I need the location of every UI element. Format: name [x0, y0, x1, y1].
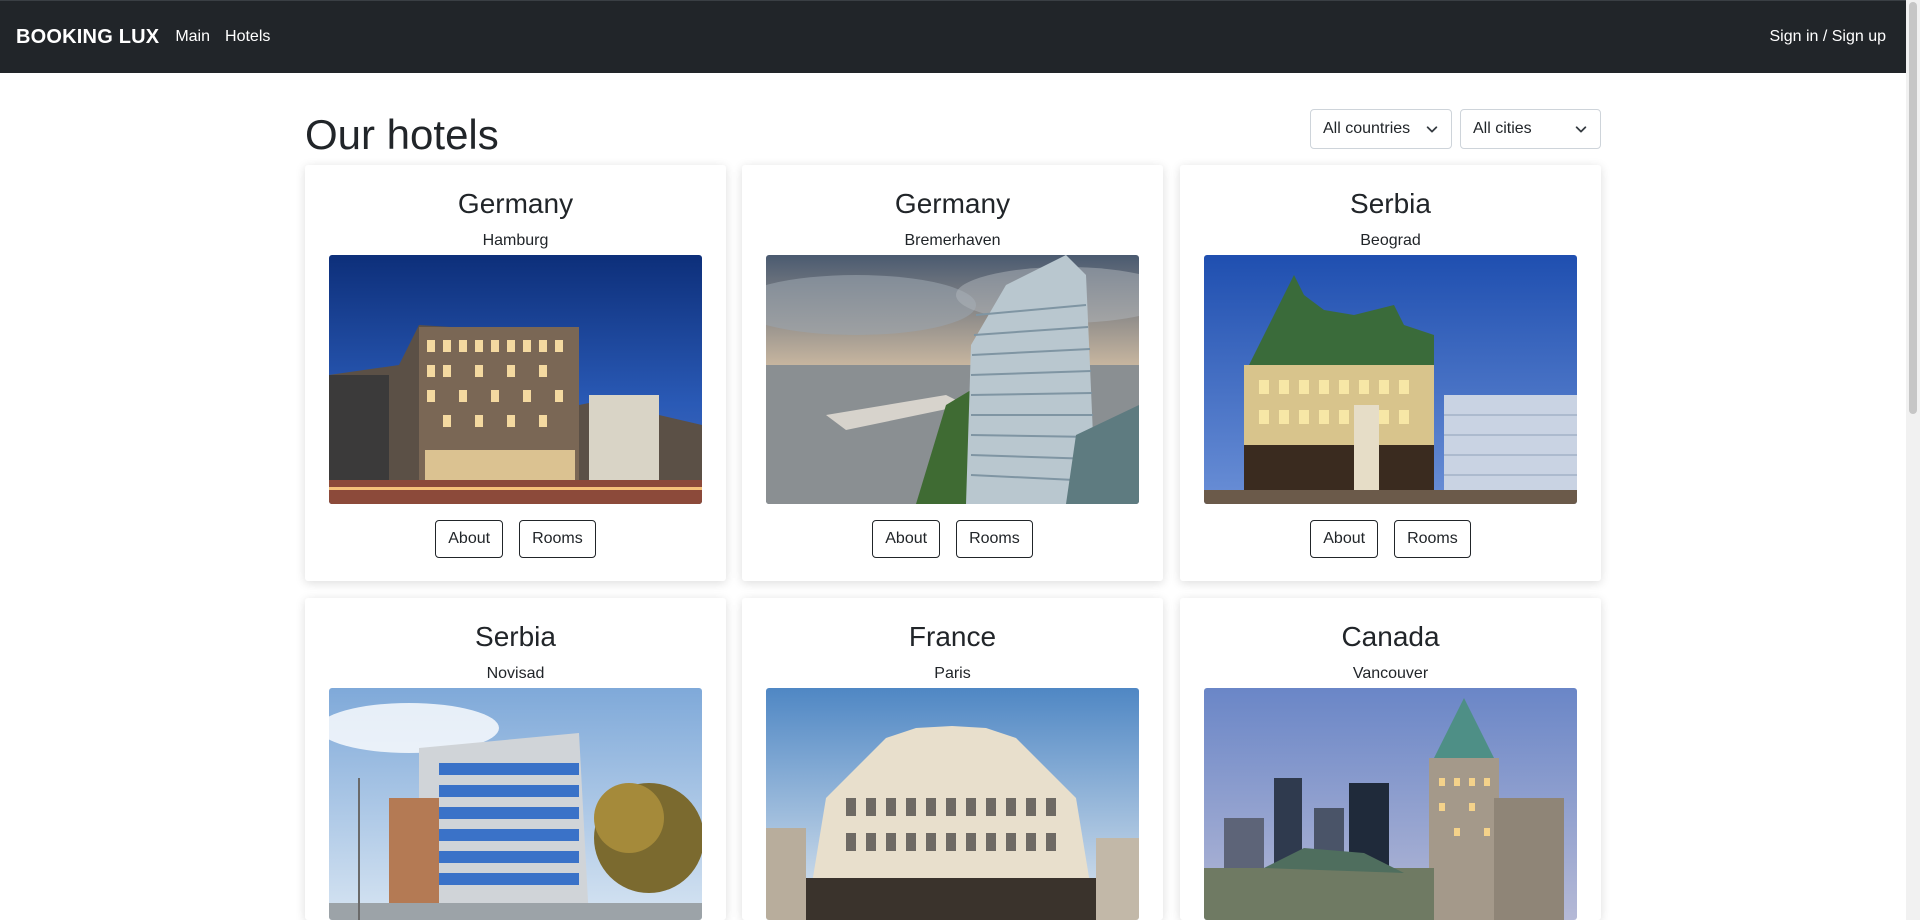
country-filter-select[interactable]: All countries	[1310, 109, 1452, 149]
hotel-city: Beograd	[1360, 232, 1421, 249]
hotel-country: Canada	[1341, 621, 1440, 652]
scrollbar-thumb[interactable]	[1909, 2, 1917, 414]
chevron-down-icon	[1426, 126, 1438, 133]
page-title: Our hotels	[305, 111, 499, 158]
chevron-down-icon	[1575, 126, 1587, 133]
about-button[interactable]: About	[1310, 520, 1379, 558]
hotel-card-novisad: Serbia Novisad	[305, 598, 726, 920]
nav-link-hotels[interactable]: Hotels	[225, 28, 270, 46]
sign-in-link[interactable]: Sign in / Sign up	[1769, 28, 1886, 46]
about-button[interactable]: About	[872, 520, 941, 558]
rooms-button[interactable]: Rooms	[519, 520, 596, 558]
hotel-country: Germany	[457, 188, 574, 219]
hotel-city: Vancouver	[1352, 665, 1429, 682]
hamburg-hotel-photo	[329, 255, 702, 504]
city-filter-select[interactable]: All cities	[1460, 109, 1601, 149]
novisad-hotel-photo	[329, 688, 702, 920]
hotel-country: Germany	[894, 188, 1011, 219]
hotel-country: France	[908, 621, 997, 652]
vancouver-hotel-photo	[1204, 688, 1577, 920]
bremerhaven-hotel-photo	[766, 255, 1139, 504]
rooms-button[interactable]: Rooms	[956, 520, 1033, 558]
about-button[interactable]: About	[435, 520, 504, 558]
hotel-card-hamburg: Germany Hamburg About Rooms	[305, 165, 726, 581]
top-navbar: BOOKING LUX Main Hotels Sign in / Sign u…	[0, 0, 1906, 73]
beograd-hotel-photo	[1204, 255, 1577, 504]
hotel-city: Bremerhaven	[904, 232, 1001, 249]
brand-logo[interactable]: BOOKING LUX	[16, 26, 159, 49]
hotel-city: Novisad	[486, 665, 545, 682]
rooms-button[interactable]: Rooms	[1394, 520, 1471, 558]
hotel-city: Hamburg	[482, 232, 549, 249]
hotel-city: Paris	[934, 665, 971, 682]
nav-link-main[interactable]: Main	[175, 28, 210, 46]
hotel-card-beograd: Serbia Beograd About Rooms	[1180, 165, 1601, 581]
hotel-card-vancouver: Canada Vancouver	[1180, 598, 1601, 920]
page-scrollbar[interactable]	[1906, 0, 1920, 920]
city-filter-value: All cities	[1473, 120, 1532, 137]
hotel-card-bremerhaven: Germany Bremerhaven About Rooms	[742, 165, 1163, 581]
country-filter-value: All countries	[1323, 120, 1411, 137]
paris-hotel-photo	[766, 688, 1139, 920]
hotel-country: Serbia	[1350, 188, 1431, 219]
hotel-card-paris: France Paris	[742, 598, 1163, 920]
hotel-country: Serbia	[475, 621, 556, 652]
